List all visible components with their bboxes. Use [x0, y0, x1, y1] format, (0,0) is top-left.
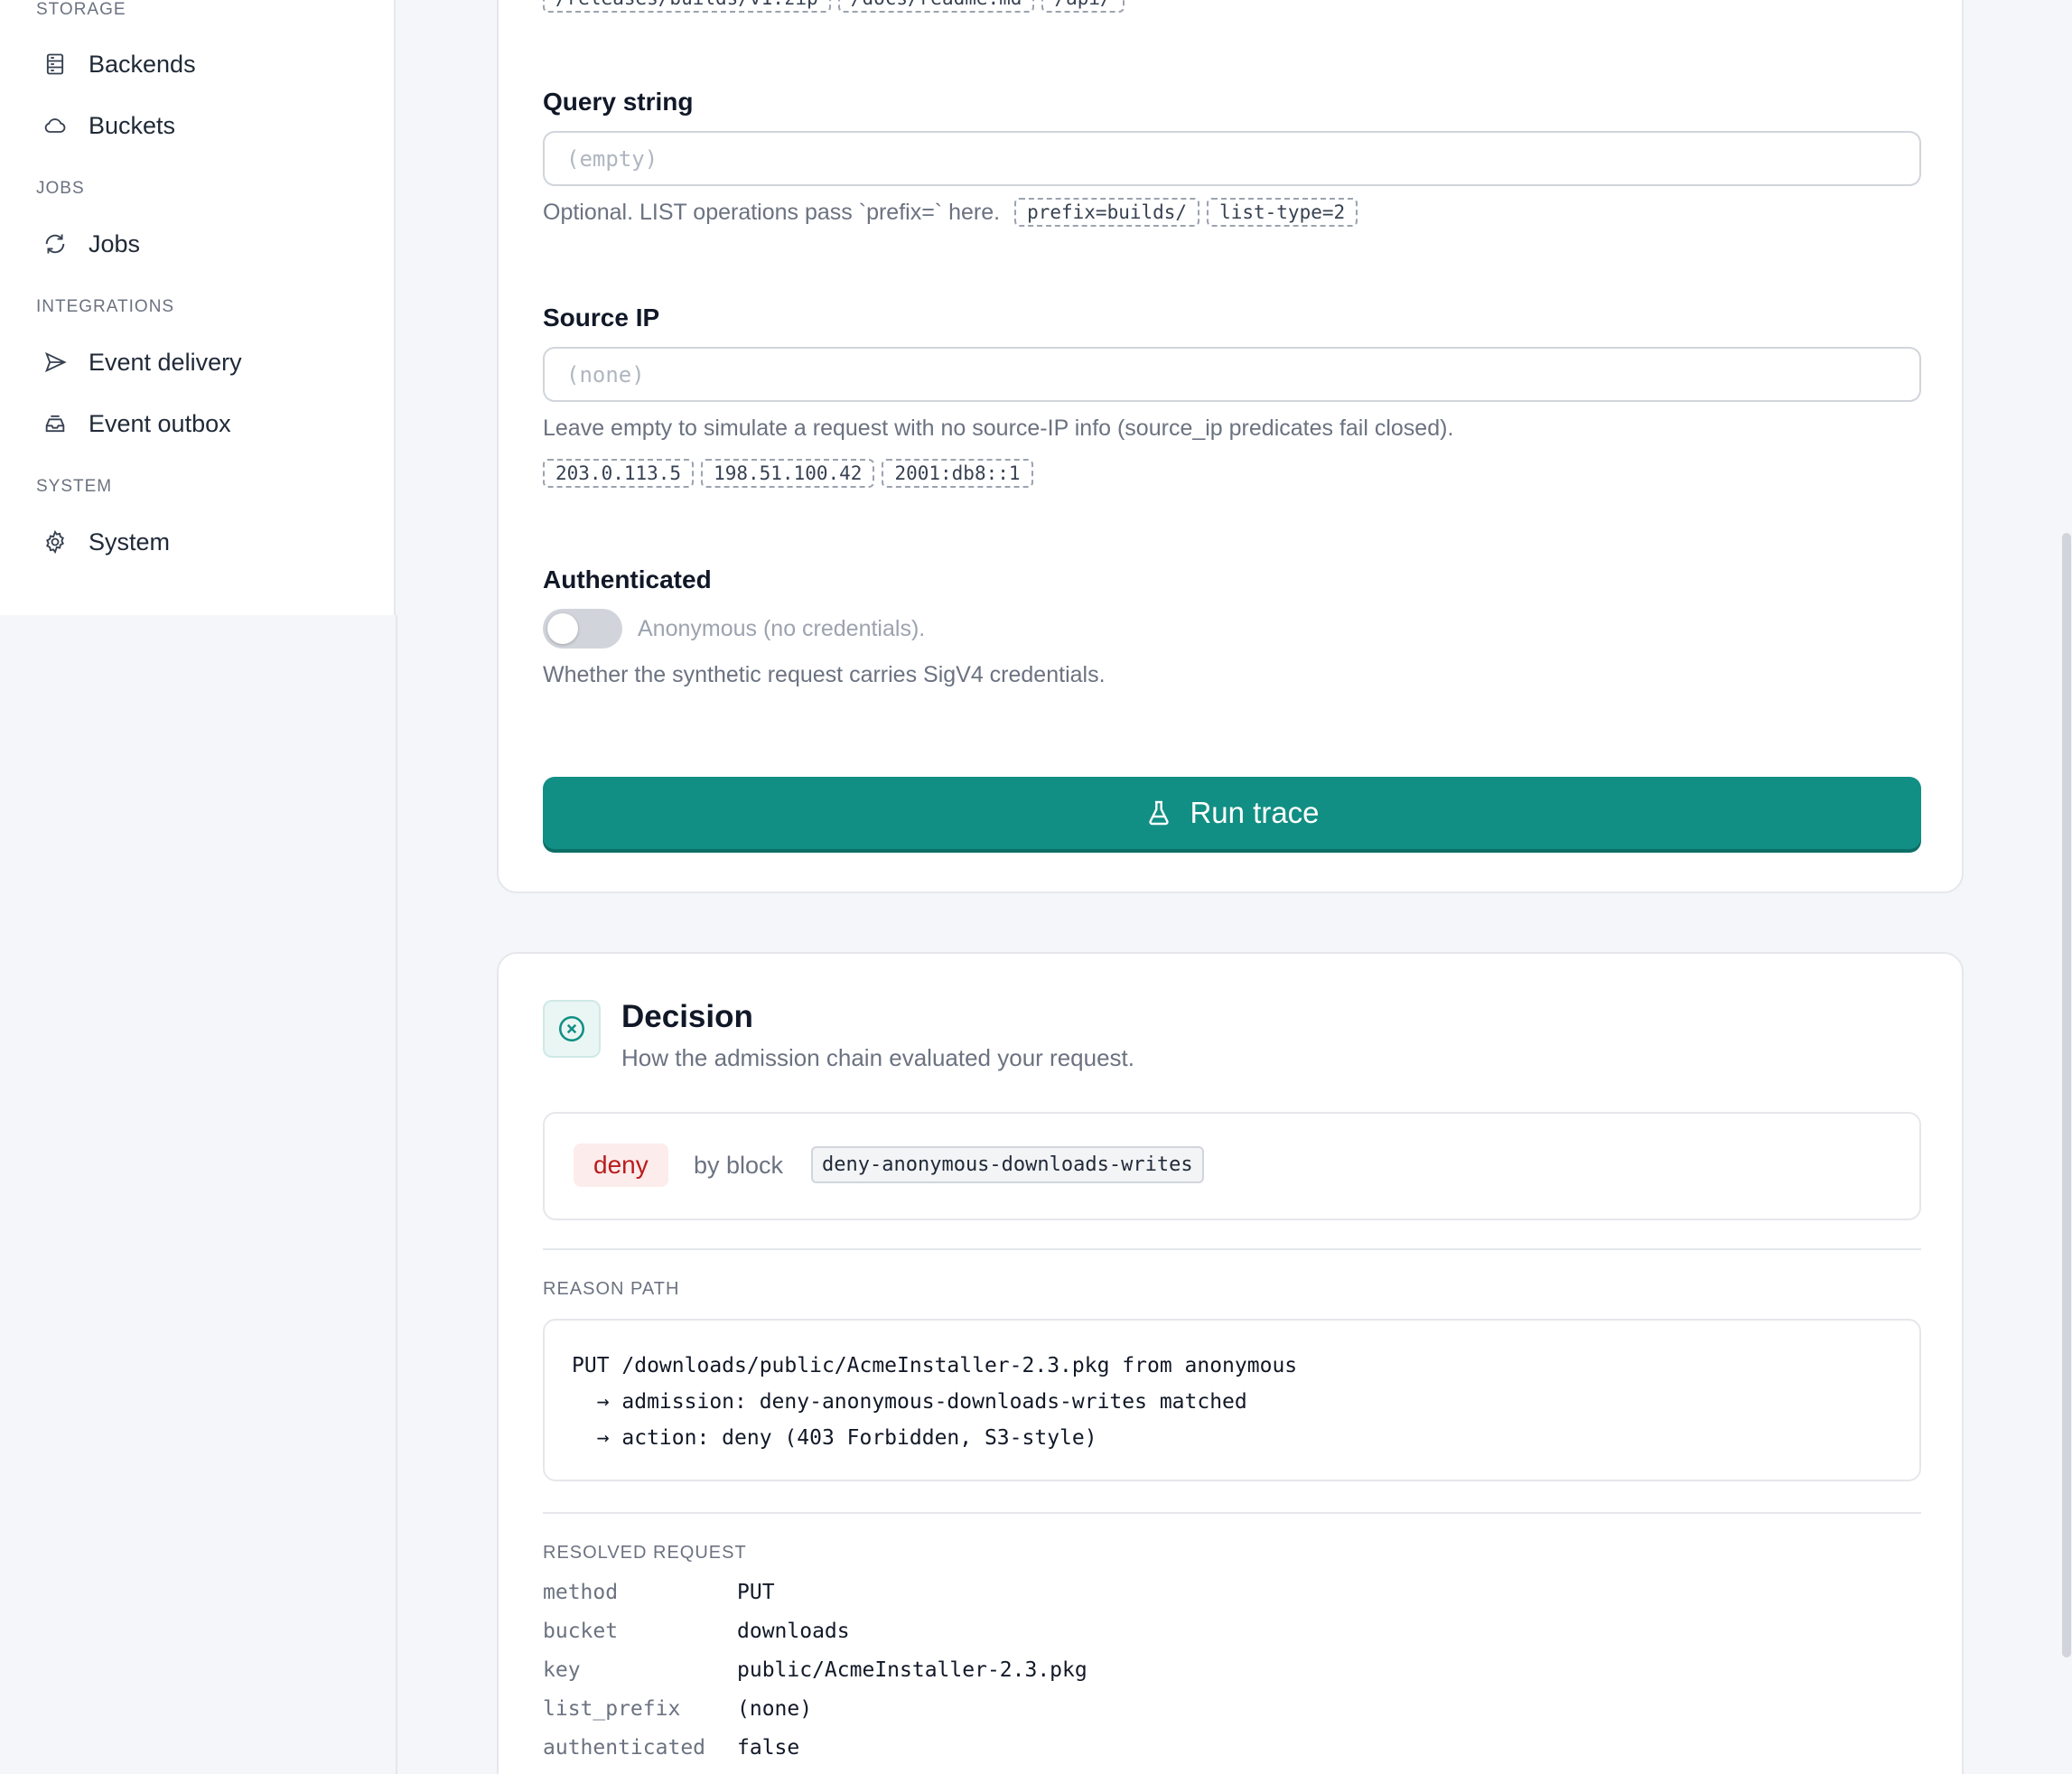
resolved-value: PUT [737, 1581, 775, 1604]
authenticated-help-text: Whether the synthetic request carries Si… [543, 662, 1106, 687]
resolved-key: method [543, 1581, 619, 1604]
divider [543, 1248, 1921, 1250]
divider [543, 1512, 1921, 1514]
cloud-icon [36, 107, 74, 145]
authenticated-label: Authenticated [543, 565, 712, 593]
resolved-value: false [737, 1736, 800, 1760]
query-help-row: Optional. LIST operations pass `prefix=`… [543, 198, 1358, 227]
server-icon [36, 45, 74, 83]
query-example-chip[interactable]: list-type=2 [1207, 198, 1358, 227]
sidebar-item-label: Event outbox [89, 409, 231, 437]
resolved-request-label: RESOLVED REQUEST [543, 1543, 747, 1563]
verdict-box: deny by block deny-anonymous-downloads-w… [543, 1112, 1921, 1220]
sidebar-item-buckets[interactable]: Buckets [36, 102, 175, 149]
decision-card: Decision How the admission chain evaluat… [497, 952, 1964, 1774]
resolved-value: (none) [737, 1697, 813, 1721]
source-ip-chip-row: 203.0.113.5 198.51.100.42 2001:db8::1 [543, 459, 1033, 488]
sidebar-item-backends[interactable]: Backends [36, 41, 196, 88]
sidebar-section-jobs: JOBS [36, 179, 85, 198]
query-string-label: Query string [543, 88, 694, 116]
run-trace-label: Run trace [1190, 796, 1320, 829]
toggle-knob [547, 613, 578, 644]
decision-subtitle: How the admission chain evaluated your r… [621, 1044, 1134, 1071]
sidebar-section-integrations: INTEGRATIONS [36, 297, 175, 316]
outbox-icon [36, 405, 74, 443]
verdict-by-text: by block [694, 1152, 784, 1179]
resolved-key: list_prefix [543, 1697, 681, 1721]
gear-icon [36, 523, 74, 561]
path-chip-row: /releases/builds/v1.zip /docs/readme.md … [543, 0, 1125, 13]
source-ip-example-chip[interactable]: 2001:db8::1 [882, 459, 1033, 488]
sidebar-item-label: System [89, 528, 171, 556]
send-icon [36, 343, 74, 381]
source-ip-help-text: Leave empty to simulate a request with n… [543, 415, 1454, 441]
source-ip-input[interactable] [543, 347, 1921, 402]
sidebar: STORAGE Backends Buckets JOBS Jobs INTEG… [0, 0, 396, 615]
block-name-code: deny-anonymous-downloads-writes [811, 1146, 1204, 1183]
resolved-key: key [543, 1658, 581, 1682]
refresh-icon [36, 225, 74, 263]
resolved-value: public/AcmeInstaller-2.3.pkg [737, 1658, 1087, 1682]
sidebar-item-event-outbox[interactable]: Event outbox [36, 400, 231, 447]
sidebar-section-storage: STORAGE [36, 0, 126, 19]
sidebar-item-label: Buckets [89, 111, 176, 139]
reason-line: PUT /downloads/public/AcmeInstaller-2.3.… [572, 1354, 1298, 1377]
sidebar-item-label: Backends [89, 50, 196, 78]
flask-icon [1149, 800, 1170, 826]
sidebar-section-system: SYSTEM [36, 477, 113, 496]
source-ip-example-chip[interactable]: 203.0.113.5 [543, 459, 695, 488]
run-trace-button[interactable]: Run trace [543, 777, 1921, 849]
sidebar-item-label: Jobs [89, 229, 141, 257]
source-ip-label: Source IP [543, 303, 660, 331]
query-example-chip[interactable]: prefix=builds/ [1014, 198, 1200, 227]
sidebar-divider [396, 615, 397, 1774]
authenticated-state-text: Anonymous (no credentials). [638, 616, 926, 641]
resolved-key: bucket [543, 1620, 619, 1643]
verdict-badge: deny [574, 1144, 668, 1187]
path-chip[interactable]: /api/ [1041, 0, 1125, 13]
resolved-key: authenticated [543, 1736, 706, 1760]
path-chip[interactable]: /releases/builds/v1.zip [543, 0, 831, 13]
scrollbar-thumb[interactable] [2062, 533, 2071, 1657]
trace-form-card: /releases/builds/v1.zip /docs/readme.md … [497, 0, 1964, 893]
sidebar-item-jobs[interactable]: Jobs [36, 220, 140, 267]
reason-line: → admission: deny-anonymous-downloads-wr… [572, 1390, 1247, 1414]
query-help-text: Optional. LIST operations pass `prefix=`… [543, 199, 1001, 225]
reason-line: → action: deny (403 Forbidden, S3-style) [572, 1426, 1097, 1450]
deny-circle-x-icon [543, 1000, 601, 1058]
query-string-input[interactable] [543, 131, 1921, 186]
sidebar-item-label: Event delivery [89, 348, 242, 376]
reason-path-box: PUT /downloads/public/AcmeInstaller-2.3.… [543, 1319, 1921, 1481]
authenticated-toggle[interactable] [543, 609, 622, 649]
sidebar-item-system[interactable]: System [36, 518, 170, 565]
resolved-value: downloads [737, 1620, 850, 1643]
source-ip-example-chip[interactable]: 198.51.100.42 [701, 459, 875, 488]
path-chip[interactable]: /docs/readme.md [837, 0, 1035, 13]
decision-title: Decision [621, 999, 753, 1034]
sidebar-item-event-delivery[interactable]: Event delivery [36, 339, 242, 386]
reason-path-label: REASON PATH [543, 1279, 680, 1299]
